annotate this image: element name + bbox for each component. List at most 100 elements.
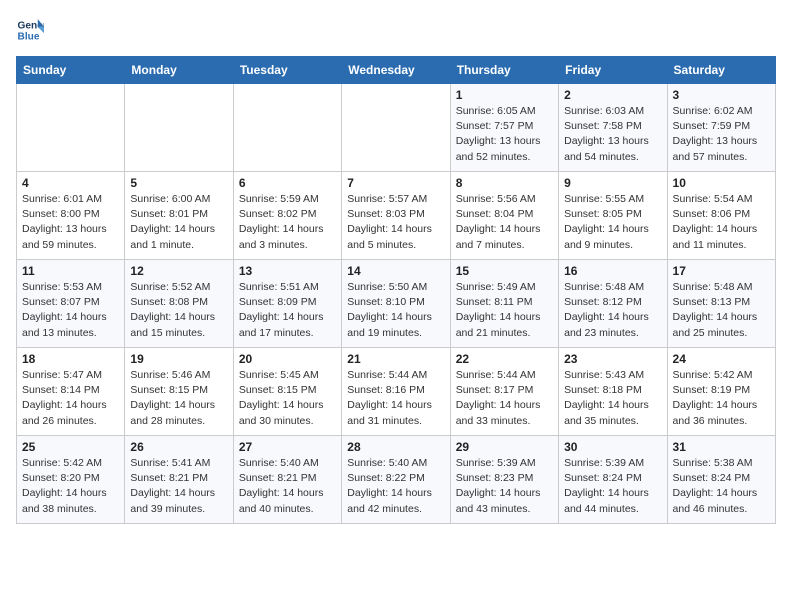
calendar-cell: 1 Sunrise: 6:05 AM Sunset: 7:57 PM Daylig… — [450, 84, 558, 172]
day-number: 14 — [347, 264, 444, 278]
day-info: Sunrise: 5:39 AM Sunset: 8:24 PM Dayligh… — [564, 456, 661, 517]
page-header: General Blue — [16, 16, 776, 44]
calendar-cell: 7 Sunrise: 5:57 AM Sunset: 8:03 PM Daylig… — [342, 172, 450, 260]
day-number: 2 — [564, 88, 661, 102]
day-info: Sunrise: 6:02 AM Sunset: 7:59 PM Dayligh… — [673, 104, 770, 165]
calendar-cell: 8 Sunrise: 5:56 AM Sunset: 8:04 PM Daylig… — [450, 172, 558, 260]
day-number: 17 — [673, 264, 770, 278]
day-number: 25 — [22, 440, 119, 454]
day-number: 15 — [456, 264, 553, 278]
calendar-cell: 14 Sunrise: 5:50 AM Sunset: 8:10 PM Dayli… — [342, 260, 450, 348]
calendar-cell: 11 Sunrise: 5:53 AM Sunset: 8:07 PM Dayli… — [17, 260, 125, 348]
day-number: 31 — [673, 440, 770, 454]
day-number: 9 — [564, 176, 661, 190]
calendar-header: SundayMondayTuesdayWednesdayThursdayFrid… — [17, 57, 776, 84]
day-info: Sunrise: 5:44 AM Sunset: 8:17 PM Dayligh… — [456, 368, 553, 429]
day-number: 3 — [673, 88, 770, 102]
day-info: Sunrise: 5:49 AM Sunset: 8:11 PM Dayligh… — [456, 280, 553, 341]
col-header-wednesday: Wednesday — [342, 57, 450, 84]
day-info: Sunrise: 5:50 AM Sunset: 8:10 PM Dayligh… — [347, 280, 444, 341]
day-number: 24 — [673, 352, 770, 366]
day-info: Sunrise: 5:59 AM Sunset: 8:02 PM Dayligh… — [239, 192, 336, 253]
calendar-cell: 6 Sunrise: 5:59 AM Sunset: 8:02 PM Daylig… — [233, 172, 341, 260]
day-info: Sunrise: 5:55 AM Sunset: 8:05 PM Dayligh… — [564, 192, 661, 253]
calendar-cell: 25 Sunrise: 5:42 AM Sunset: 8:20 PM Dayli… — [17, 436, 125, 524]
calendar-cell: 4 Sunrise: 6:01 AM Sunset: 8:00 PM Daylig… — [17, 172, 125, 260]
day-info: Sunrise: 5:51 AM Sunset: 8:09 PM Dayligh… — [239, 280, 336, 341]
week-row-3: 11 Sunrise: 5:53 AM Sunset: 8:07 PM Dayli… — [17, 260, 776, 348]
day-number: 10 — [673, 176, 770, 190]
calendar-cell — [342, 84, 450, 172]
day-info: Sunrise: 5:56 AM Sunset: 8:04 PM Dayligh… — [456, 192, 553, 253]
day-info: Sunrise: 5:40 AM Sunset: 8:22 PM Dayligh… — [347, 456, 444, 517]
calendar-cell — [125, 84, 233, 172]
calendar-cell: 23Sunrise: 5:43 AM Sunset: 8:18 PM Dayli… — [559, 348, 667, 436]
day-info: Sunrise: 5:39 AM Sunset: 8:23 PM Dayligh… — [456, 456, 553, 517]
day-info: Sunrise: 5:45 AM Sunset: 8:15 PM Dayligh… — [239, 368, 336, 429]
calendar-cell: 3 Sunrise: 6:02 AM Sunset: 7:59 PM Daylig… — [667, 84, 775, 172]
calendar-cell: 19Sunrise: 5:46 AM Sunset: 8:15 PM Dayli… — [125, 348, 233, 436]
day-number: 22 — [456, 352, 553, 366]
day-info: Sunrise: 5:53 AM Sunset: 8:07 PM Dayligh… — [22, 280, 119, 341]
day-number: 30 — [564, 440, 661, 454]
day-number: 13 — [239, 264, 336, 278]
col-header-tuesday: Tuesday — [233, 57, 341, 84]
day-number: 27 — [239, 440, 336, 454]
day-info: Sunrise: 5:41 AM Sunset: 8:21 PM Dayligh… — [130, 456, 227, 517]
week-row-5: 25 Sunrise: 5:42 AM Sunset: 8:20 PM Dayli… — [17, 436, 776, 524]
day-info: Sunrise: 5:40 AM Sunset: 8:21 PM Dayligh… — [239, 456, 336, 517]
day-info: Sunrise: 6:01 AM Sunset: 8:00 PM Dayligh… — [22, 192, 119, 253]
calendar-cell: 20 Sunrise: 5:45 AM Sunset: 8:15 PM Dayli… — [233, 348, 341, 436]
calendar-cell: 22 Sunrise: 5:44 AM Sunset: 8:17 PM Dayli… — [450, 348, 558, 436]
day-number: 4 — [22, 176, 119, 190]
calendar-cell: 15 Sunrise: 5:49 AM Sunset: 8:11 PM Dayli… — [450, 260, 558, 348]
calendar-cell: 21Sunrise: 5:44 AM Sunset: 8:16 PM Dayli… — [342, 348, 450, 436]
calendar-cell: 12Sunrise: 5:52 AM Sunset: 8:08 PM Dayli… — [125, 260, 233, 348]
day-number: 29 — [456, 440, 553, 454]
day-number: 20 — [239, 352, 336, 366]
day-info: Sunrise: 5:42 AM Sunset: 8:19 PM Dayligh… — [673, 368, 770, 429]
day-info: Sunrise: 5:38 AM Sunset: 8:24 PM Dayligh… — [673, 456, 770, 517]
day-number: 12 — [130, 264, 227, 278]
day-info: Sunrise: 5:42 AM Sunset: 8:20 PM Dayligh… — [22, 456, 119, 517]
day-info: Sunrise: 5:48 AM Sunset: 8:12 PM Dayligh… — [564, 280, 661, 341]
calendar-cell: 24 Sunrise: 5:42 AM Sunset: 8:19 PM Dayli… — [667, 348, 775, 436]
calendar-cell: 29 Sunrise: 5:39 AM Sunset: 8:23 PM Dayli… — [450, 436, 558, 524]
calendar-table: SundayMondayTuesdayWednesdayThursdayFrid… — [16, 56, 776, 524]
day-number: 28 — [347, 440, 444, 454]
week-row-4: 18Sunrise: 5:47 AM Sunset: 8:14 PM Dayli… — [17, 348, 776, 436]
calendar-cell: 30 Sunrise: 5:39 AM Sunset: 8:24 PM Dayli… — [559, 436, 667, 524]
day-number: 26 — [130, 440, 227, 454]
calendar-cell — [17, 84, 125, 172]
day-info: Sunrise: 5:57 AM Sunset: 8:03 PM Dayligh… — [347, 192, 444, 253]
calendar-cell: 26 Sunrise: 5:41 AM Sunset: 8:21 PM Dayli… — [125, 436, 233, 524]
svg-text:Blue: Blue — [18, 31, 40, 42]
calendar-cell: 31 Sunrise: 5:38 AM Sunset: 8:24 PM Dayli… — [667, 436, 775, 524]
calendar-cell: 17Sunrise: 5:48 AM Sunset: 8:13 PM Dayli… — [667, 260, 775, 348]
calendar-cell: 27 Sunrise: 5:40 AM Sunset: 8:21 PM Dayli… — [233, 436, 341, 524]
day-info: Sunrise: 6:00 AM Sunset: 8:01 PM Dayligh… — [130, 192, 227, 253]
calendar-cell: 2 Sunrise: 6:03 AM Sunset: 7:58 PM Daylig… — [559, 84, 667, 172]
calendar-cell: 16Sunrise: 5:48 AM Sunset: 8:12 PM Dayli… — [559, 260, 667, 348]
col-header-thursday: Thursday — [450, 57, 558, 84]
day-info: Sunrise: 5:54 AM Sunset: 8:06 PM Dayligh… — [673, 192, 770, 253]
day-info: Sunrise: 6:05 AM Sunset: 7:57 PM Dayligh… — [456, 104, 553, 165]
day-number: 23 — [564, 352, 661, 366]
col-header-friday: Friday — [559, 57, 667, 84]
calendar-cell: 28 Sunrise: 5:40 AM Sunset: 8:22 PM Dayli… — [342, 436, 450, 524]
calendar-cell: 9 Sunrise: 5:55 AM Sunset: 8:05 PM Daylig… — [559, 172, 667, 260]
logo-icon: General Blue — [16, 16, 44, 44]
col-header-saturday: Saturday — [667, 57, 775, 84]
day-number: 11 — [22, 264, 119, 278]
week-row-1: 1 Sunrise: 6:05 AM Sunset: 7:57 PM Daylig… — [17, 84, 776, 172]
day-info: Sunrise: 5:44 AM Sunset: 8:16 PM Dayligh… — [347, 368, 444, 429]
day-number: 6 — [239, 176, 336, 190]
day-info: Sunrise: 6:03 AM Sunset: 7:58 PM Dayligh… — [564, 104, 661, 165]
week-row-2: 4 Sunrise: 6:01 AM Sunset: 8:00 PM Daylig… — [17, 172, 776, 260]
day-number: 8 — [456, 176, 553, 190]
day-number: 19 — [130, 352, 227, 366]
day-number: 1 — [456, 88, 553, 102]
col-header-sunday: Sunday — [17, 57, 125, 84]
calendar-cell: 10 Sunrise: 5:54 AM Sunset: 8:06 PM Dayli… — [667, 172, 775, 260]
day-number: 7 — [347, 176, 444, 190]
